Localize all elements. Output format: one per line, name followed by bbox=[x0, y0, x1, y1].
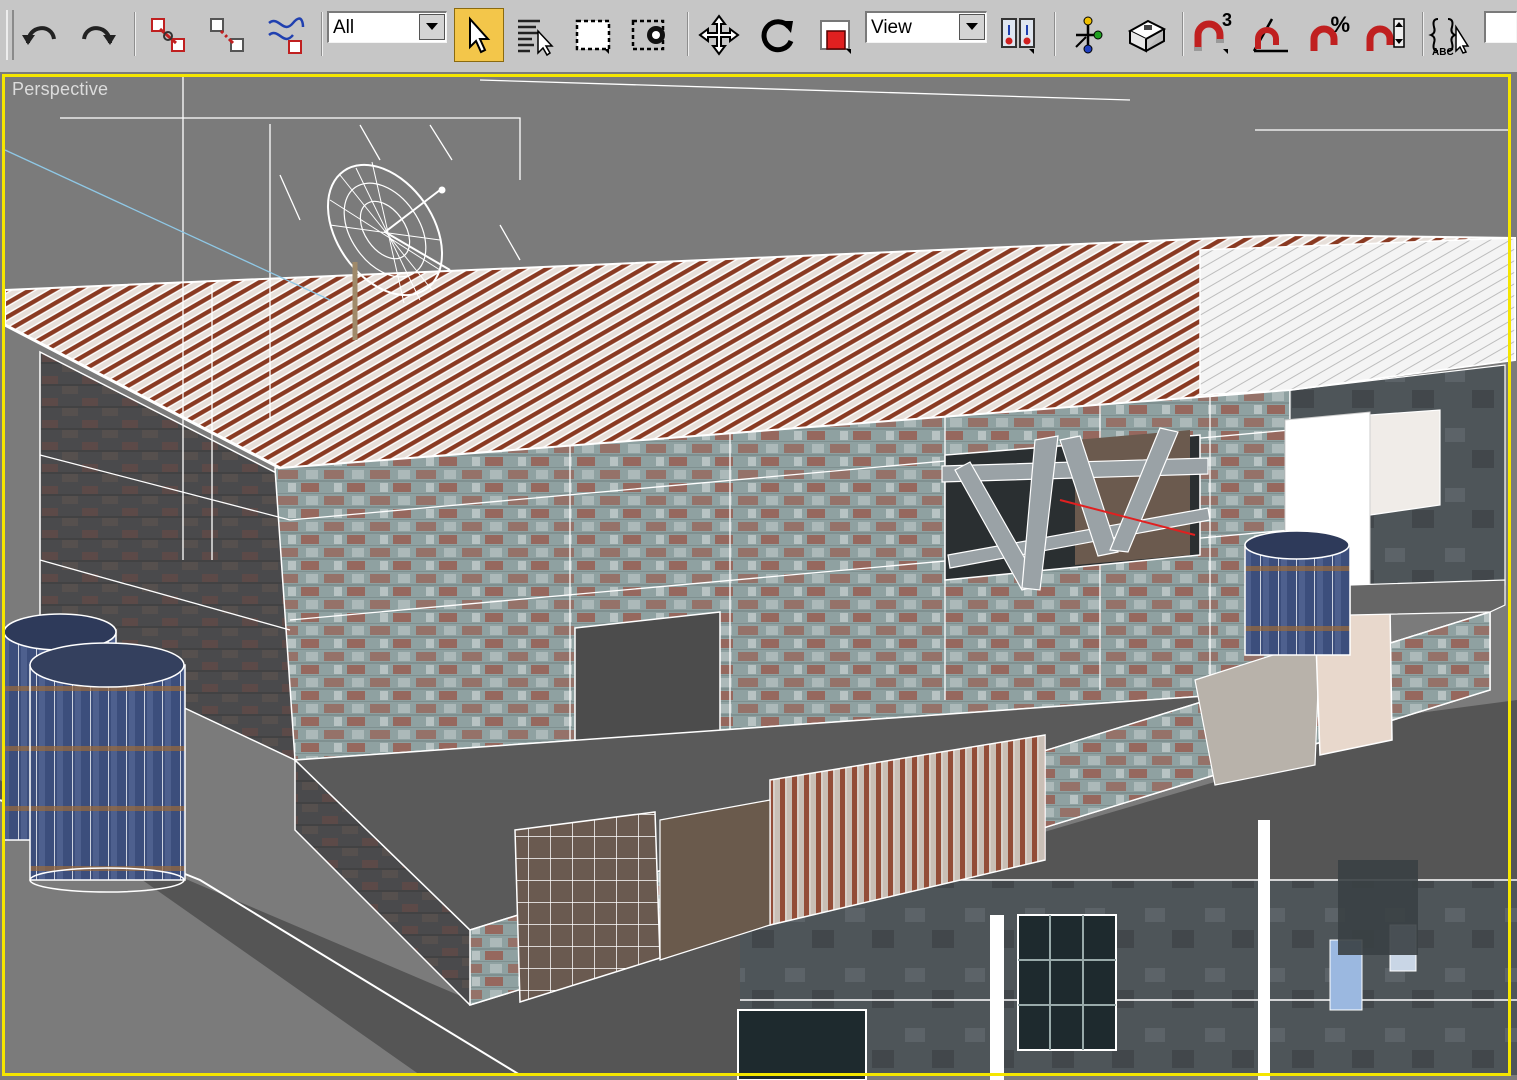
grid-axis-line bbox=[4, 149, 331, 301]
select-by-name-button[interactable] bbox=[512, 10, 556, 60]
select-and-link-button[interactable] bbox=[146, 10, 190, 60]
toolbar-separator bbox=[1422, 12, 1423, 56]
flyout-indicator bbox=[604, 49, 609, 54]
flyout-indicator bbox=[1223, 49, 1228, 54]
oil-barrel[interactable] bbox=[29, 642, 186, 893]
flyout-indicator bbox=[1029, 49, 1034, 54]
selection-filter-dropdown[interactable]: All bbox=[327, 11, 447, 43]
undo-icon bbox=[22, 26, 56, 45]
select-and-manipulate-button[interactable] bbox=[1066, 10, 1110, 60]
toolbar-separator bbox=[321, 12, 322, 56]
edit-named-selection-button[interactable]: ABC bbox=[1428, 10, 1472, 60]
oil-barrel[interactable] bbox=[1244, 530, 1351, 656]
link-icon bbox=[151, 18, 185, 52]
space-warp-icon bbox=[268, 17, 305, 54]
angle-snap-button[interactable] bbox=[1248, 10, 1292, 60]
undo-button[interactable] bbox=[18, 10, 62, 60]
toolbar-separator bbox=[1054, 12, 1055, 56]
percent-badge: % bbox=[1330, 12, 1350, 37]
downpipe bbox=[990, 915, 1004, 1080]
percent-snap-button[interactable]: % bbox=[1306, 10, 1350, 60]
parapet[interactable] bbox=[1349, 579, 1506, 616]
named-selection-set-field[interactable] bbox=[1484, 11, 1517, 43]
toolbar-grip[interactable] bbox=[6, 10, 14, 60]
perspective-viewport[interactable]: Perspective bbox=[0, 72, 1517, 1080]
move-icon bbox=[698, 14, 740, 56]
select-and-scale-button[interactable] bbox=[813, 10, 857, 60]
redo-button[interactable] bbox=[76, 10, 120, 60]
reference-coordinate-value: View bbox=[871, 17, 912, 38]
downpipe bbox=[1258, 820, 1270, 1080]
main-toolbar: All View 3 % ABC bbox=[0, 0, 1517, 73]
angle-snap-icon bbox=[1252, 18, 1288, 53]
rectangular-selection-button[interactable] bbox=[571, 10, 615, 60]
rotate-icon bbox=[761, 19, 794, 53]
manipulate-icon bbox=[1075, 16, 1103, 54]
select-and-move-button[interactable] bbox=[697, 10, 741, 60]
keyboard-shortcut-override-button[interactable] bbox=[1124, 10, 1168, 60]
cursor-arrow-icon bbox=[469, 16, 491, 54]
reference-coordinate-dropdown[interactable]: View bbox=[865, 11, 987, 43]
select-and-rotate-button[interactable] bbox=[755, 10, 799, 60]
snap-dimension-badge: 3 bbox=[1221, 10, 1232, 30]
unlink-icon bbox=[210, 18, 244, 52]
flyout-indicator bbox=[846, 49, 851, 54]
window-crossing-icon bbox=[631, 19, 665, 51]
viewport-label[interactable]: Perspective bbox=[12, 79, 108, 100]
chevron-down-icon[interactable] bbox=[419, 14, 445, 40]
scene-canvas[interactable] bbox=[0, 72, 1517, 1080]
unlink-selection-button[interactable] bbox=[205, 10, 249, 60]
spinner-snap-icon bbox=[1366, 18, 1405, 51]
keyboard-override-icon bbox=[1127, 19, 1167, 53]
spinner-snap-button[interactable] bbox=[1364, 10, 1408, 60]
toolbar-separator bbox=[1182, 12, 1183, 56]
use-pivot-center-button[interactable] bbox=[996, 10, 1040, 60]
chevron-down-icon[interactable] bbox=[959, 14, 985, 40]
toolbar-separator bbox=[134, 12, 135, 56]
select-object-button[interactable] bbox=[454, 8, 504, 62]
select-by-name-icon bbox=[518, 19, 554, 57]
toolbar-separator bbox=[687, 12, 688, 56]
window-crossing-button[interactable] bbox=[629, 10, 673, 60]
selection-filter-value: All bbox=[333, 17, 355, 38]
abc-caption: ABC bbox=[1432, 47, 1454, 58]
snaps-toggle-button[interactable]: 3 bbox=[1190, 10, 1234, 60]
redo-icon bbox=[82, 26, 116, 45]
bind-to-space-warp-button[interactable] bbox=[263, 10, 307, 60]
cloth[interactable] bbox=[1369, 409, 1441, 516]
